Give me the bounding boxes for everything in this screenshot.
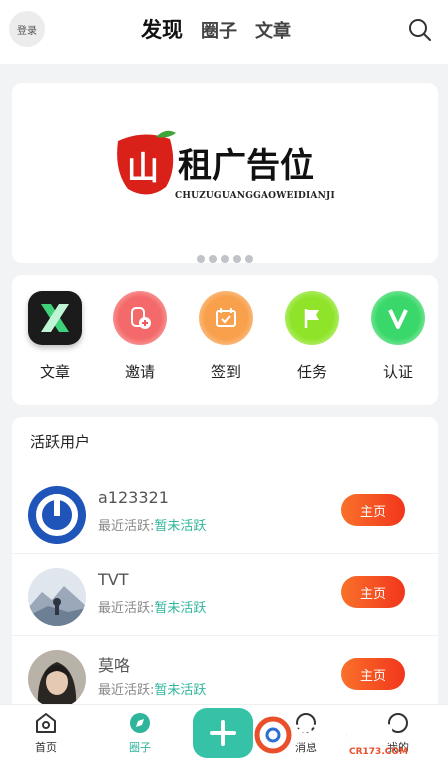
action-verify[interactable]: 认证 [361,291,435,382]
nav-label: 圈子 [129,741,151,754]
action-checkin[interactable]: 签到 [189,291,263,382]
carousel-dot[interactable] [233,255,241,263]
nav-home[interactable]: 首页 [16,711,76,755]
status-value: 暂未活跃 [154,683,207,698]
status-prefix: 最近活跃: [98,519,155,534]
invite-icon [113,291,167,345]
task-flag-icon [285,291,339,345]
profile-home-button[interactable]: 主页 [341,658,405,690]
status-value: 暂未活跃 [154,519,207,534]
compass-icon [130,713,150,733]
nav-label: 首页 [35,741,57,754]
action-label: 任务 [296,363,327,381]
active-users-panel: 活跃用户 a123321 最近活跃:暂未活跃 主页 TVT 最近活跃:暂未活跃 … [12,417,438,718]
carousel-dot[interactable] [245,255,253,263]
status-value: 暂未活跃 [154,601,207,616]
user-name: a123321 [98,488,169,507]
home-icon [36,713,56,733]
banner-carousel[interactable]: 山 租广告位 CHUZUGUANGGAOWEIDIANJI [12,83,438,263]
verify-v-icon [371,291,425,345]
action-invite[interactable]: 邀请 [103,291,177,382]
user-status: 最近活跃:暂未活跃 [98,515,206,534]
carousel-dot[interactable] [221,255,229,263]
quick-actions: 文章 邀请 签到 任务 认证 [12,275,438,405]
carousel-indicator [12,255,438,263]
watermark-subtext: CR173.COM [349,747,408,757]
article-x-icon [28,291,82,345]
login-button[interactable]: 登录 [9,11,45,47]
user-status: 最近活跃:暂未活跃 [98,597,206,616]
user-name: TVT [98,570,129,589]
banner-logo: 山 租广告位 [117,130,314,195]
top-tabs: 发现 圈子 文章 [141,14,309,44]
search-icon[interactable] [407,17,433,43]
top-header: 登录 发现 圈子 文章 [0,0,448,64]
action-label: 文章 [39,363,70,381]
user-row[interactable]: TVT 最近活跃:暂未活跃 主页 [12,554,438,636]
action-label: 签到 [210,363,241,381]
user-name: 莫咯 [98,656,131,675]
user-status: 最近活跃:暂未活跃 [98,679,206,698]
profile-home-button[interactable]: 主页 [341,576,405,608]
profile-home-button[interactable]: 主页 [341,494,405,526]
watermark: 西西软件园 CR173.COM [254,716,408,757]
action-tasks[interactable]: 任务 [275,291,349,382]
banner-logo-text: 租广告位 [178,146,314,186]
carousel-dot[interactable] [197,255,205,263]
nav-circle[interactable]: 圈子 [110,711,170,755]
status-prefix: 最近活跃: [98,683,155,698]
carousel-dot[interactable] [209,255,217,263]
action-label: 邀请 [124,363,155,381]
avatar[interactable] [28,650,86,708]
action-label: 认证 [382,363,413,381]
status-prefix: 最近活跃: [98,601,155,616]
tab-discover[interactable]: 发现 [141,14,183,44]
banner-logo-subtext: CHUZUGUANGGAOWEIDIANJI [175,191,335,201]
watermark-text: 西西软件园 [293,722,393,746]
section-title: 活跃用户 [30,433,91,451]
tab-circle[interactable]: 圈子 [201,17,237,43]
action-articles[interactable]: 文章 [18,291,92,382]
tab-articles[interactable]: 文章 [255,17,291,43]
plus-icon [210,720,236,746]
banner-logo-mark: 山 [127,149,159,187]
avatar[interactable] [28,568,86,626]
user-row[interactable]: a123321 最近活跃:暂未活跃 主页 [12,472,438,554]
create-post-button[interactable] [193,708,253,758]
checkin-calendar-icon [199,291,253,345]
avatar[interactable] [28,486,86,544]
